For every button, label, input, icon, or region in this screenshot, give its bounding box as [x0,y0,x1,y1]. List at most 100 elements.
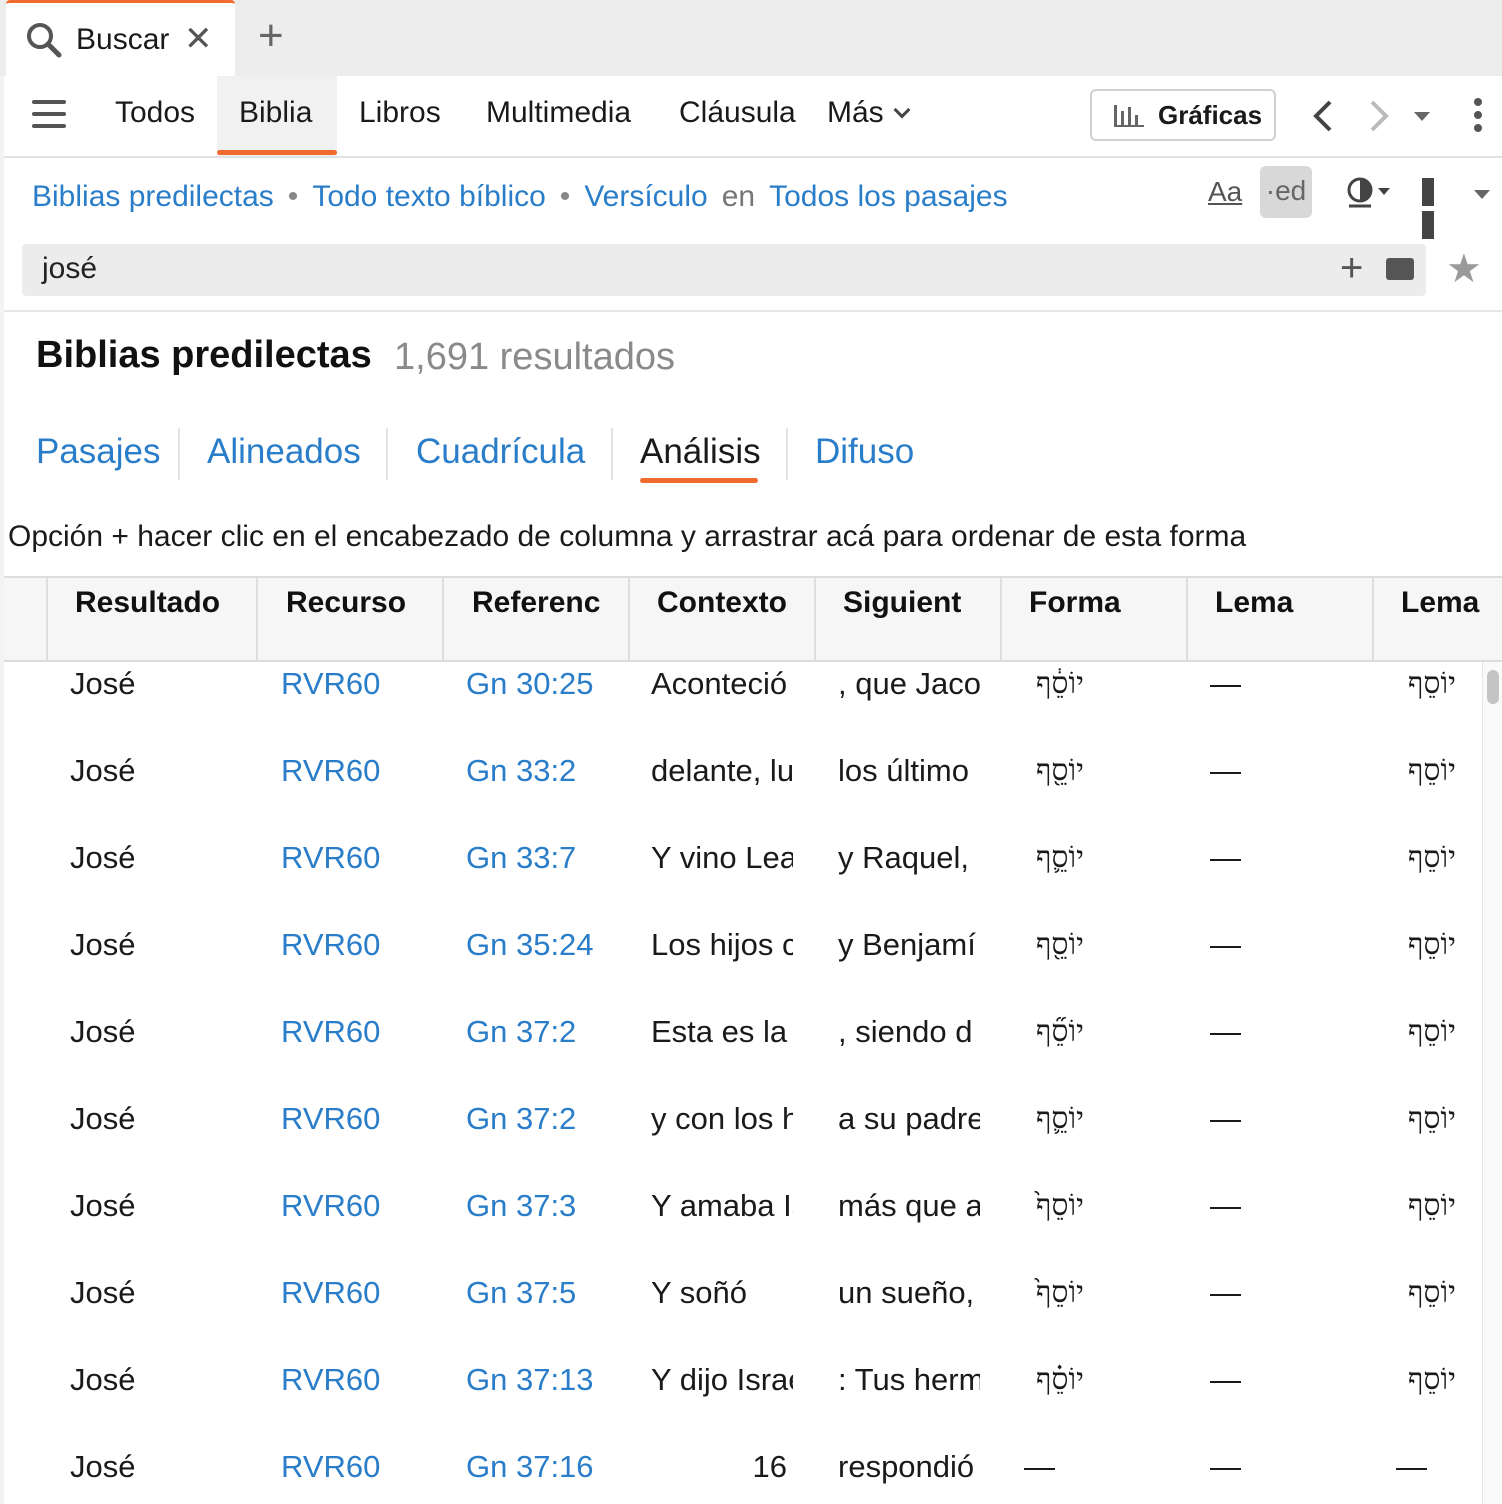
view-tab-pasajes[interactable]: Pasajes [36,432,161,472]
cell-referencia[interactable]: Gn 37:13 [466,1362,616,1398]
cell-contexto: Y dijo Israe [651,1362,793,1397]
cell-referencia[interactable]: Gn 37:2 [466,1101,616,1137]
column-header-contexto[interactable]: Contexto [657,586,787,620]
cell-lema-2: יוֹסֵף [1407,1101,1456,1136]
cell-resultado: José [70,840,136,875]
scrollbar-thumb[interactable] [1487,670,1499,704]
cell-recurso[interactable]: RVR60 [281,1014,431,1050]
cell-referencia[interactable]: Gn 37:16 [466,1449,616,1485]
table-row[interactable]: José RVR60 Gn 35:24 Los hijos c y Benjamí יוֹ… [4,923,1482,1010]
nav-item-clausula[interactable]: Cláusula [679,96,796,130]
table-row[interactable]: José RVR60 Gn 37:5 Y soñó un sueño, יוֹסֵף֙ — י… [4,1271,1482,1358]
scope-text-link[interactable]: Todo texto bíblico [312,180,545,213]
close-icon[interactable]: ✕ [184,19,213,59]
column-header-forma[interactable]: Forma [1029,586,1121,620]
font-size-icon[interactable]: Aa [1208,176,1242,208]
new-tab-button[interactable]: + [258,12,284,60]
scope-range-link[interactable]: Todos los pasajes [769,180,1007,213]
column-divider [628,578,630,662]
cell-contexto: Y amaba Is [651,1188,793,1223]
cell-recurso[interactable]: RVR60 [281,1275,431,1311]
nav-item-todos[interactable]: Todos [115,96,195,130]
panel-menu-dropdown-icon[interactable] [1474,190,1490,199]
column-header-recurso[interactable]: Recurso [286,586,406,620]
column-header-referencia[interactable]: Referenc [472,586,600,620]
nav-item-libros[interactable]: Libros [359,96,441,130]
results-table-body: José RVR60 Gn 30:25 Aconteció , que Jaco יוֹס… [4,662,1482,1504]
cell-lema: — [1210,927,1241,962]
cell-siguiente: y Benjamí [838,927,976,962]
search-input[interactable]: josé + [22,244,1426,296]
cell-referencia[interactable]: Gn 37:3 [466,1188,616,1224]
table-row[interactable]: José RVR60 Gn 37:13 Y dijo Israe: Tus herm י… [4,1358,1482,1445]
back-arrow-icon[interactable] [1308,98,1338,134]
visual-filter-icon[interactable] [1346,174,1396,210]
cell-resultado: José [70,753,136,788]
view-tab-difuso[interactable]: Difuso [815,432,914,472]
cell-referencia[interactable]: Gn 37:5 [466,1275,616,1311]
table-row[interactable]: José RVR60 Gn 37:2 y con los h a su padre יוֹ… [4,1097,1482,1184]
group-by-hint: Opción + hacer clic en el encabezado de … [8,520,1247,553]
nav-item-multimedia[interactable]: Multimedia [486,96,631,130]
table-row[interactable]: José RVR60 Gn 37:2 Esta es la l , siendo d יו… [4,1010,1482,1097]
morph-toggle-icon[interactable]: ·ed [1260,166,1312,218]
cell-recurso[interactable]: RVR60 [281,927,431,963]
cell-referencia[interactable]: Gn 33:2 [466,753,616,789]
scope-bibles-link[interactable]: Biblias predilectas [32,180,274,213]
cell-recurso[interactable]: RVR60 [281,1101,431,1137]
menu-icon[interactable] [32,100,66,130]
add-term-icon[interactable]: + [1340,246,1363,291]
cell-siguiente: , que Jaco [838,666,980,701]
more-options-icon[interactable] [1474,98,1484,134]
separator-dot: • [287,180,299,213]
table-row[interactable]: José RVR60 Gn 33:2 delante, lu los último יוֹ… [4,749,1482,836]
graficas-button[interactable]: Gráficas [1090,89,1276,141]
divider [4,310,1502,312]
column-header-siguiente[interactable]: Siguient [843,586,961,620]
nav-active-indicator [217,150,337,155]
cell-recurso[interactable]: RVR60 [281,1188,431,1224]
cell-referencia[interactable]: Gn 30:25 [466,666,616,702]
tab-buscar[interactable]: Buscar ✕ [6,0,235,76]
column-divider [1186,578,1188,662]
columns-icon[interactable] [1422,178,1452,239]
nav-item-biblia[interactable]: Biblia [239,96,312,130]
cell-recurso[interactable]: RVR60 [281,840,431,876]
column-divider [46,578,48,662]
cell-lema: — [1210,840,1241,875]
table-row[interactable]: José RVR60 Gn 33:7 Y vino Lea y Raquel, יוֹסֵ… [4,836,1482,923]
view-tab-cuadricula[interactable]: Cuadrícula [416,432,585,472]
column-header-resultado[interactable]: Resultado [75,586,220,620]
nav-item-mas[interactable]: Más [827,96,911,130]
tab-strip: Buscar ✕ + [0,0,1502,76]
view-tab-analisis[interactable]: Análisis [640,432,761,472]
cell-referencia[interactable]: Gn 37:2 [466,1014,616,1050]
history-dropdown-icon[interactable] [1414,112,1430,121]
table-row[interactable]: José RVR60 Gn 30:25 Aconteció , que Jaco יוֹס… [4,662,1482,749]
cell-recurso[interactable]: RVR60 [281,1449,431,1485]
cell-resultado: José [70,1188,136,1223]
scope-unit-link[interactable]: Versículo [584,180,707,213]
view-tab-divider [386,428,388,480]
cell-lema: — [1210,1014,1241,1049]
cell-recurso[interactable]: RVR60 [281,753,431,789]
cell-lema-2: יוֹסֵף [1407,840,1456,875]
column-header-lema[interactable]: Lema [1215,586,1293,620]
table-row[interactable]: José RVR60 Gn 37:16 16 respondió — — — [4,1445,1482,1504]
cell-referencia[interactable]: Gn 35:24 [466,927,616,963]
column-header-lema-2[interactable]: Lema [1401,586,1479,620]
cell-siguiente: más que a [838,1188,980,1223]
forward-arrow-icon[interactable] [1364,98,1394,134]
view-tab-alineados[interactable]: Alineados [207,432,361,472]
cell-forma: יוֹסֵ֗ף [1035,1362,1084,1397]
cell-referencia[interactable]: Gn 33:7 [466,840,616,876]
cell-siguiente: un sueño, [838,1275,975,1310]
cell-recurso[interactable]: RVR60 [281,1362,431,1398]
vertical-scrollbar[interactable] [1482,662,1502,1504]
star-icon[interactable]: ★ [1446,246,1482,292]
cell-siguiente: respondió [838,1449,975,1484]
cell-lema-2: יוֹסֵף [1407,753,1456,788]
keyboard-icon[interactable] [1386,258,1414,280]
cell-recurso[interactable]: RVR60 [281,666,431,702]
table-row[interactable]: José RVR60 Gn 37:3 Y amaba Is más que a יוֹסֵ… [4,1184,1482,1271]
